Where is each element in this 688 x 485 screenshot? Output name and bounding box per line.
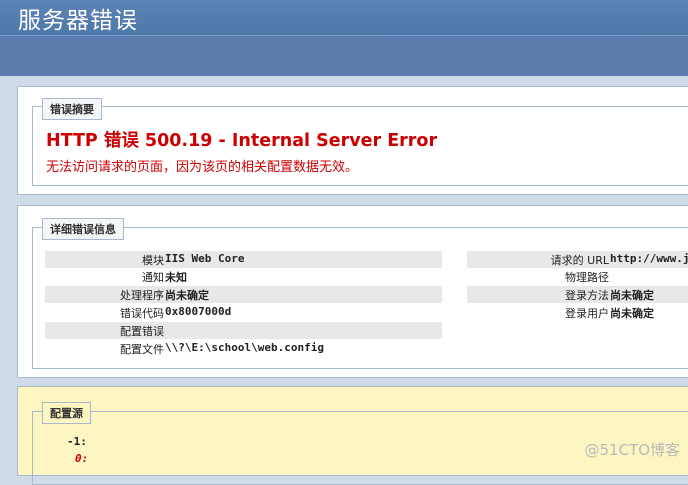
detail-label: 登录方法 (565, 289, 609, 302)
error-summary-panel: HTTP 错误 500.19 - Internal Server Error 无… (17, 86, 688, 195)
error-details-legend: 详细错误信息 (42, 218, 124, 240)
detail-row-logon-user: 登录用户 尚未确定 (467, 304, 688, 321)
error-description: 无法访问请求的页面，因为该页的相关配置数据无效。 (46, 160, 359, 175)
config-source-panel: 配置源 -1: 0: (17, 386, 688, 485)
detail-label: 请求的 URL (550, 254, 609, 267)
error-summary-box: HTTP 错误 500.19 - Internal Server Error 无… (32, 106, 688, 186)
detail-row-notification: 通知 未知 (45, 268, 442, 285)
header-band (0, 35, 688, 76)
detail-row-physical-path: 物理路径 (467, 268, 688, 285)
detail-row-error-code: 错误代码 0x8007000d (45, 304, 442, 321)
detail-value: 尚未确定 (610, 307, 654, 320)
code-line-number: 0: (75, 452, 89, 465)
detail-label: 物理路径 (565, 271, 609, 284)
page-title: 服务器错误 (18, 8, 138, 34)
detail-row-config-file: 配置文件 \\?\E:\school\web.config (45, 340, 442, 357)
detail-label: 配置文件 (120, 343, 164, 356)
detail-row-handler: 处理程序 尚未确定 (45, 286, 442, 303)
error-heading: HTTP 错误 500.19 - Internal Server Error (46, 131, 438, 151)
detail-row-config-error: 配置错误 (45, 322, 442, 339)
detail-value: 0x8007000d (165, 305, 232, 318)
code-line-number: -1: (67, 435, 87, 448)
detail-label: 处理程序 (120, 289, 164, 302)
title-bar: 服务器错误 (0, 0, 688, 35)
detail-value: \\?\E:\school\web.config (165, 341, 324, 354)
detail-label: 登录用户 (565, 307, 609, 320)
detail-label: 通知 (142, 271, 164, 284)
detail-label: 错误代码 (120, 307, 164, 320)
detail-row-request-url: 请求的 URL http://www.j (467, 251, 688, 268)
detail-value: 尚未确定 (165, 289, 209, 302)
detail-label: 模块 (142, 254, 164, 267)
config-source-legend: 配置源 (42, 402, 91, 424)
error-summary-legend: 错误摘要 (42, 98, 102, 120)
error-details-panel: 详细错误信息 模块 IIS Web Core 通知 未知 处理程序 尚未确定 错… (17, 205, 688, 378)
detail-label: 配置错误 (120, 325, 164, 338)
detail-value: IIS Web Core (165, 252, 245, 265)
detail-row-module: 模块 IIS Web Core (45, 251, 442, 268)
detail-row-logon-method: 登录方法 尚未确定 (467, 286, 688, 303)
detail-value: 未知 (165, 271, 187, 284)
watermark: @51CTO博客 (584, 441, 680, 459)
detail-value: http://www.j (610, 252, 688, 265)
detail-value: 尚未确定 (610, 289, 654, 302)
